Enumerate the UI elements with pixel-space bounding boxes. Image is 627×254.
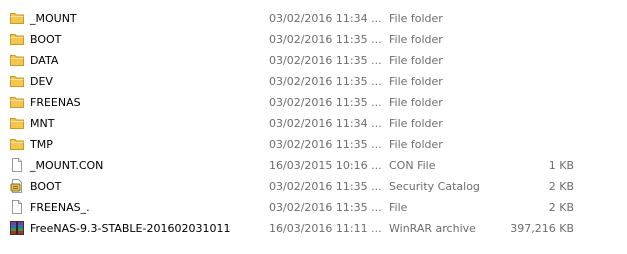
file-name: _MOUNT: [30, 12, 77, 25]
folder-icon: [9, 94, 25, 110]
date-modified: 03/02/2016 11:35 ...: [269, 96, 382, 109]
file-type: Security Catalog: [389, 180, 480, 193]
file-size: 1 KB: [548, 159, 574, 172]
blank-file-icon: [9, 199, 25, 215]
file-row[interactable]: MNT 03/02/2016 11:34 ... File folder: [0, 113, 627, 134]
date-modified: 03/02/2016 11:35 ...: [269, 33, 382, 46]
file-type: WinRAR archive: [389, 222, 476, 235]
file-row[interactable]: TMP 03/02/2016 11:35 ... File folder: [0, 134, 627, 155]
date-modified: 03/02/2016 11:35 ...: [269, 138, 382, 151]
file-name: MNT: [30, 117, 55, 130]
security-catalog-icon: [9, 178, 25, 194]
file-row[interactable]: FreeNAS-9.3-STABLE-201602031011 16/03/20…: [0, 218, 627, 239]
file-row[interactable]: FREENAS 03/02/2016 11:35 ... File folder: [0, 92, 627, 113]
date-modified: 03/02/2016 11:34 ...: [269, 12, 382, 25]
file-size: 2 KB: [548, 180, 574, 193]
file-type: File folder: [389, 138, 443, 151]
file-type: File folder: [389, 33, 443, 46]
file-name: FreeNAS-9.3-STABLE-201602031011: [30, 222, 231, 235]
file-type: File folder: [389, 117, 443, 130]
folder-icon: [9, 31, 25, 47]
file-row[interactable]: DEV 03/02/2016 11:35 ... File folder: [0, 71, 627, 92]
date-modified: 03/02/2016 11:34 ...: [269, 117, 382, 130]
file-name: BOOT: [30, 33, 62, 46]
winrar-archive-icon: [9, 220, 25, 236]
file-type: File: [389, 201, 408, 214]
folder-icon: [9, 73, 25, 89]
file-name: BOOT: [30, 180, 62, 193]
date-modified: 03/02/2016 11:35 ...: [269, 201, 382, 214]
folder-icon: [9, 136, 25, 152]
file-name: TMP: [30, 138, 53, 151]
date-modified: 16/03/2016 11:11 ...: [269, 222, 382, 235]
file-type: File folder: [389, 96, 443, 109]
folder-icon: [9, 115, 25, 131]
blank-file-icon: [9, 157, 25, 173]
file-list: _MOUNT 03/02/2016 11:34 ... File folder …: [0, 8, 627, 239]
file-name: _MOUNT.CON: [30, 159, 104, 172]
file-size: 2 KB: [548, 201, 574, 214]
file-name: FREENAS_.: [30, 201, 90, 214]
file-row[interactable]: BOOT 03/02/2016 11:35 ... File folder: [0, 29, 627, 50]
file-name: FREENAS: [30, 96, 81, 109]
file-size: 397,216 KB: [510, 222, 574, 235]
file-name: DEV: [30, 75, 53, 88]
file-row[interactable]: _MOUNT.CON 16/03/2015 10:16 ... CON File…: [0, 155, 627, 176]
date-modified: 03/02/2016 11:35 ...: [269, 75, 382, 88]
date-modified: 16/03/2015 10:16 ...: [269, 159, 382, 172]
file-name: DATA: [30, 54, 59, 67]
file-type: File folder: [389, 54, 443, 67]
file-row[interactable]: BOOT 03/02/2016 11:35 ... Security Catal…: [0, 176, 627, 197]
file-row[interactable]: DATA 03/02/2016 11:35 ... File folder: [0, 50, 627, 71]
date-modified: 03/02/2016 11:35 ...: [269, 54, 382, 67]
file-row[interactable]: FREENAS_. 03/02/2016 11:35 ... File 2 KB: [0, 197, 627, 218]
file-row[interactable]: _MOUNT 03/02/2016 11:34 ... File folder: [0, 8, 627, 29]
file-type: File folder: [389, 12, 443, 25]
folder-icon: [9, 10, 25, 26]
date-modified: 03/02/2016 11:35 ...: [269, 180, 382, 193]
file-type: CON File: [389, 159, 436, 172]
folder-icon: [9, 52, 25, 68]
file-type: File folder: [389, 75, 443, 88]
